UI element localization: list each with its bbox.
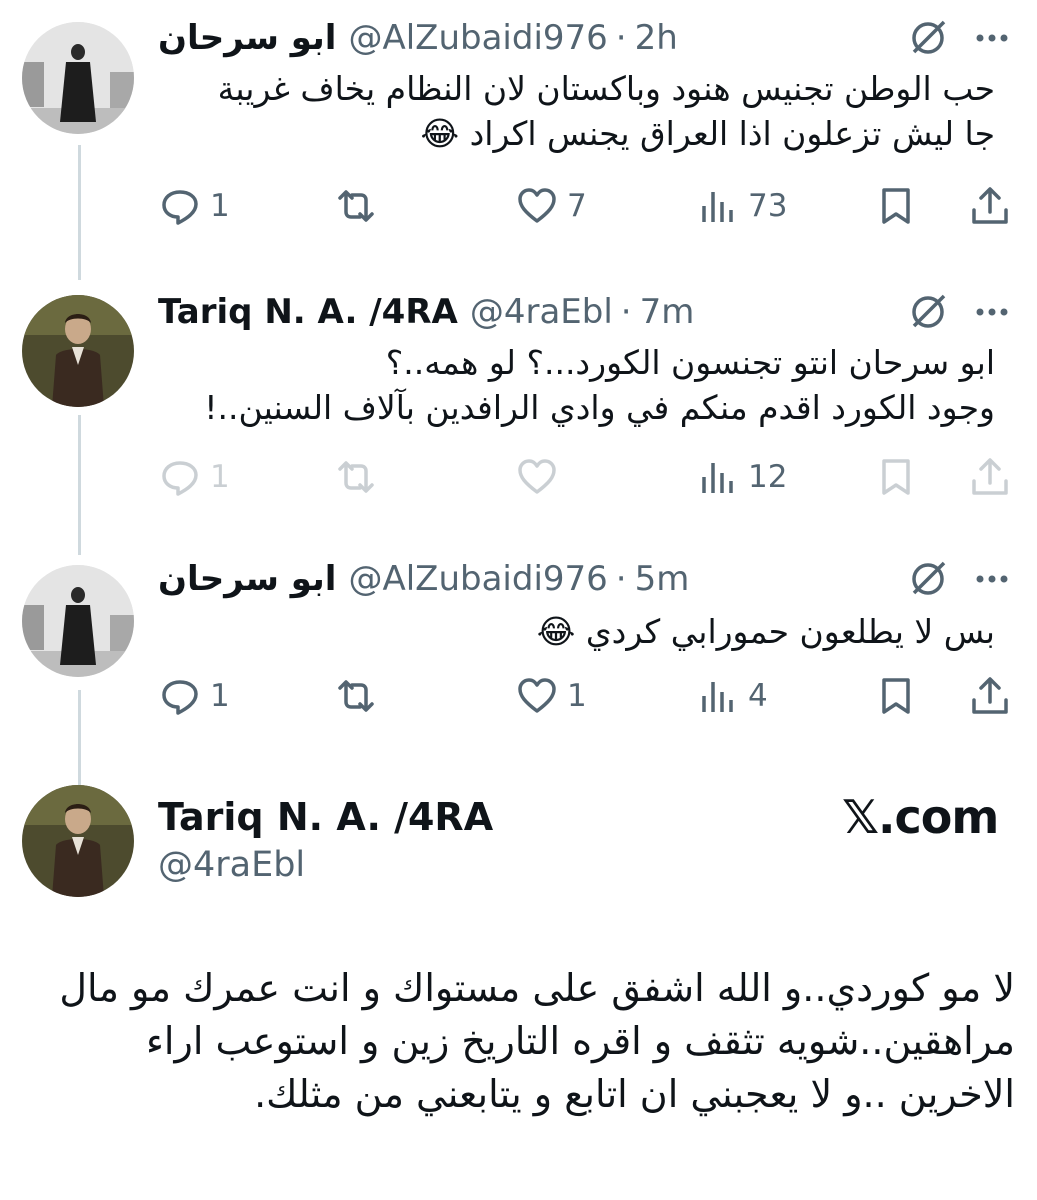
more-options-icon[interactable] (968, 290, 1016, 334)
display-name[interactable]: Tariq N. A. /4RA (158, 292, 458, 332)
view-count: 73 (748, 188, 788, 224)
reply-icon (162, 680, 198, 715)
bookmark-icon (882, 678, 910, 714)
like-button[interactable]: 1 (515, 672, 587, 720)
view-count: 12 (748, 459, 788, 495)
retweet-button[interactable] (334, 453, 386, 501)
bookmark-icon (882, 188, 910, 224)
heart-icon (518, 459, 556, 494)
retweet-icon (338, 680, 374, 712)
tweet-text: حب الوطن تجنيس هنود وباكستان لان النظام … (217, 69, 995, 153)
user-handle[interactable]: @4raEbl (158, 845, 305, 885)
tweet-text: بس لا يطلعون حمورابي كردي 😂 (536, 612, 995, 651)
analytics-icon (702, 192, 733, 222)
tweet-actions: 1 7 73 (0, 182, 1037, 230)
reply-button[interactable]: 1 (158, 182, 230, 230)
post-text: لا مو كوردي..و الله اشفق على مستواك و ان… (59, 966, 1015, 1116)
separator-dot: · (615, 18, 627, 58)
share-icon (972, 187, 1008, 224)
separator-dot: · (615, 559, 627, 599)
like-count: 7 (567, 188, 587, 224)
share-button[interactable] (968, 182, 1012, 230)
user-handle[interactable]: @AlZubaidi976 (348, 559, 607, 599)
grok-icon[interactable] (906, 557, 950, 601)
tweet-actions: 1 12 (0, 453, 1037, 501)
bookmark-button[interactable] (874, 182, 918, 230)
retweet-button[interactable] (334, 182, 386, 230)
x-logo-watermark: 𝕏.com (842, 790, 999, 844)
grok-icon[interactable] (906, 290, 950, 334)
view-count: 4 (748, 678, 768, 714)
timestamp[interactable]: 5m (635, 559, 690, 599)
avatar-photo (22, 295, 134, 407)
reply-icon (162, 190, 198, 225)
reply-icon (162, 461, 198, 496)
views-button[interactable]: 73 (696, 182, 787, 230)
share-icon (972, 458, 1008, 495)
tweet-actions: 1 1 4 (0, 672, 1037, 720)
bookmark-button[interactable] (874, 453, 918, 501)
retweet-button[interactable] (334, 672, 386, 720)
tweet-header: Tariq N. A. /4RA @4raEbl · 7m (158, 290, 887, 334)
avatar[interactable] (22, 565, 134, 677)
separator-dot: · (620, 292, 632, 332)
bookmark-button[interactable] (874, 672, 918, 720)
analytics-icon (702, 463, 733, 493)
more-options-icon[interactable] (968, 557, 1016, 601)
avatar[interactable] (22, 22, 134, 134)
views-button[interactable]: 12 (696, 453, 787, 501)
reply-count: 1 (210, 678, 230, 714)
tweet-text: ابو سرحان انتو تجنسون الكورد...؟ لو همه.… (204, 343, 995, 427)
avatar[interactable] (22, 785, 134, 897)
timestamp[interactable]: 7m (640, 292, 695, 332)
avatar-photo (22, 565, 134, 677)
analytics-icon (702, 682, 733, 712)
reply-button[interactable]: 1 (158, 453, 230, 501)
like-button[interactable]: 7 (515, 182, 587, 230)
avatar[interactable] (22, 295, 134, 407)
tweet-header: ابو سرحان @AlZubaidi976 · 2h (158, 16, 887, 60)
avatar-photo (22, 22, 134, 134)
more-options-icon[interactable] (968, 16, 1016, 60)
user-handle[interactable]: @AlZubaidi976 (348, 18, 607, 58)
bookmark-icon (882, 459, 910, 495)
avatar-photo (22, 785, 134, 897)
heart-icon (518, 678, 556, 713)
grok-icon[interactable] (906, 16, 950, 60)
share-button[interactable] (968, 672, 1012, 720)
like-button[interactable] (515, 453, 567, 501)
timestamp[interactable]: 2h (635, 18, 678, 58)
user-handle[interactable]: @4raEbl (470, 292, 613, 332)
display-name[interactable]: ابو سرحان (158, 559, 336, 599)
display-name[interactable]: Tariq N. A. /4RA (158, 795, 493, 839)
reply-count: 1 (210, 459, 230, 495)
reply-button[interactable]: 1 (158, 672, 230, 720)
reply-count: 1 (210, 188, 230, 224)
like-count: 1 (567, 678, 587, 714)
views-button[interactable]: 4 (696, 672, 768, 720)
heart-icon (518, 188, 556, 223)
retweet-icon (338, 461, 374, 493)
share-icon (972, 677, 1008, 714)
share-button[interactable] (968, 453, 1012, 501)
display-name[interactable]: ابو سرحان (158, 18, 336, 58)
tweet-header: ابو سرحان @AlZubaidi976 · 5m (158, 557, 887, 601)
retweet-icon (338, 190, 374, 222)
